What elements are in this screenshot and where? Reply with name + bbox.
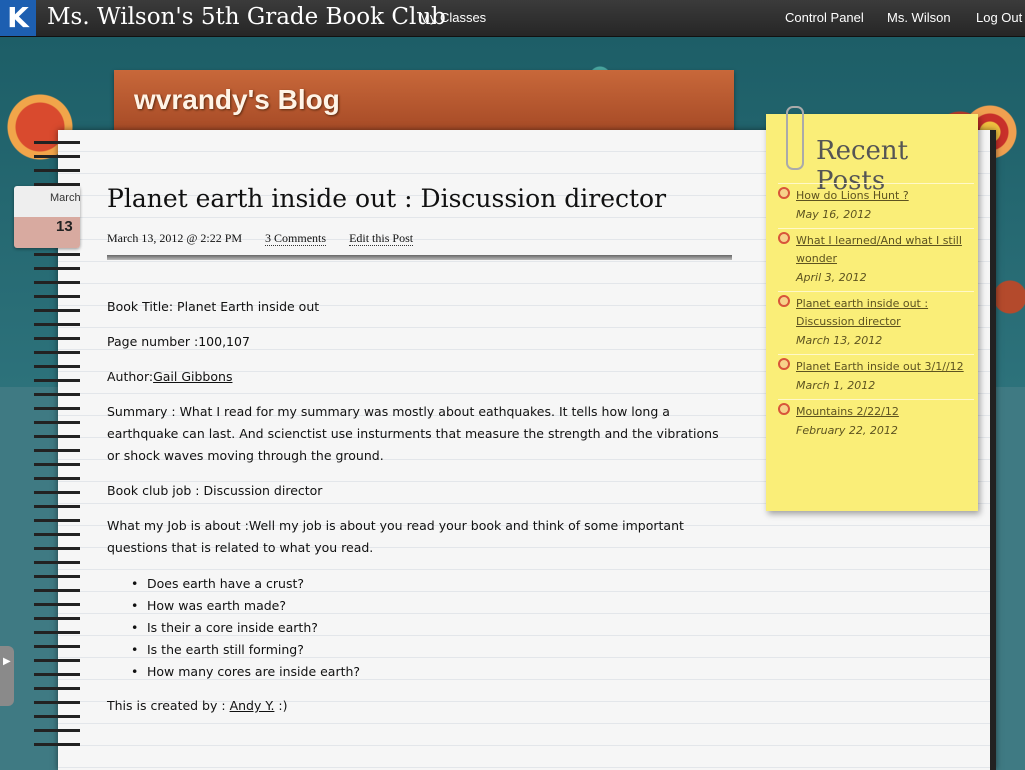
recent-post-item: What I learned/And what I still wonder A… [778,228,974,291]
site-title[interactable]: Ms. Wilson's 5th Grade Book Club [47,4,446,30]
recent-post-date: May 16, 2012 [796,208,872,221]
book-title-line: Book Title: Planet Earth inside out [107,299,320,314]
created-by-link[interactable]: Andy Y. [230,698,275,713]
arrow-right-icon: ▶ [3,656,11,667]
recent-post-item: How do Lions Hunt ? May 16, 2012 [778,183,974,226]
post-meta: March 13, 2012 @ 2:22 PM 3 Comments Edit… [107,231,433,246]
post-title: Planet earth inside out : Discussion dir… [107,184,667,213]
post-date: March 13, 2012 @ 2:22 PM [107,231,243,245]
date-day: 13 [56,218,73,235]
list-item: Is the earth still forming? [131,639,360,661]
recent-post-link[interactable]: How do Lions Hunt ? [796,187,974,205]
comments-link[interactable]: 3 Comments [265,231,327,246]
recent-post-date: April 3, 2012 [796,271,867,284]
bullet-icon [778,295,790,307]
recent-post-link[interactable]: Mountains 2/22/12 [796,403,974,421]
questions-list: Does earth have a crust? How was earth m… [131,573,360,683]
recent-post-date: March 1, 2012 [796,379,876,392]
recent-post-item: Mountains 2/22/12 February 22, 2012 [778,399,974,444]
list-item: Is their a core inside earth? [131,617,360,639]
recent-post-link[interactable]: Planet Earth inside out 3/1//12 [796,358,974,376]
recent-post-date: February 22, 2012 [796,424,898,437]
author-label: Author: [107,369,154,384]
job-line: Book club job : Discussion director [107,483,323,498]
blog-title[interactable]: wvrandy's Blog [134,84,340,116]
job-about-paragraph: What my Job is about :Well my job is abo… [107,518,684,555]
side-panel-toggle[interactable]: ▶ [0,646,14,706]
list-item: Does earth have a crust? [131,573,360,595]
bullet-icon [778,187,790,199]
blog-header: wvrandy's Blog [114,70,734,132]
date-month: March [50,192,81,204]
list-item: How was earth made? [131,595,360,617]
bullet-icon [778,403,790,415]
created-prefix: This is created by : [107,698,230,713]
kidblog-logo-icon[interactable]: K [0,0,36,36]
author-link[interactable]: Gail Gibbons [153,369,232,384]
bullet-icon [778,358,790,370]
page-number-line: Page number :100,107 [107,334,250,349]
post-divider [107,255,732,260]
author-line: Author:Gail Gibbons [107,366,742,388]
summary-paragraph: Summary : What I read for my summary was… [107,404,719,463]
created-suffix: :) [274,698,288,713]
nav-log-out[interactable]: Log Out [976,10,1022,25]
nav-user-profile[interactable]: Ms. Wilson [887,10,951,25]
bullet-icon [778,232,790,244]
nav-control-panel[interactable]: Control Panel [785,10,864,25]
top-navigation-bar: K Ms. Wilson's 5th Grade Book Club My Cl… [0,0,1025,37]
recent-post-link[interactable]: What I learned/And what I still wonder [796,232,974,268]
recent-post-item: Planet Earth inside out 3/1//12 March 1,… [778,354,974,399]
recent-post-date: March 13, 2012 [796,334,883,347]
created-by-line: This is created by : Andy Y. :) [107,695,742,717]
edit-post-link[interactable]: Edit this Post [349,231,414,246]
recent-posts-sticky-note: Recent Posts How do Lions Hunt ? May 16,… [766,114,978,511]
nav-my-classes[interactable]: My Classes [419,10,486,25]
post-date-tab: March 13 [14,186,81,248]
recent-post-item: Planet earth inside out : Discussion dir… [778,291,974,354]
list-item: How many cores are inside earth? [131,661,360,683]
recent-post-link[interactable]: Planet earth inside out : Discussion dir… [796,295,974,331]
paperclip-icon [786,106,804,170]
